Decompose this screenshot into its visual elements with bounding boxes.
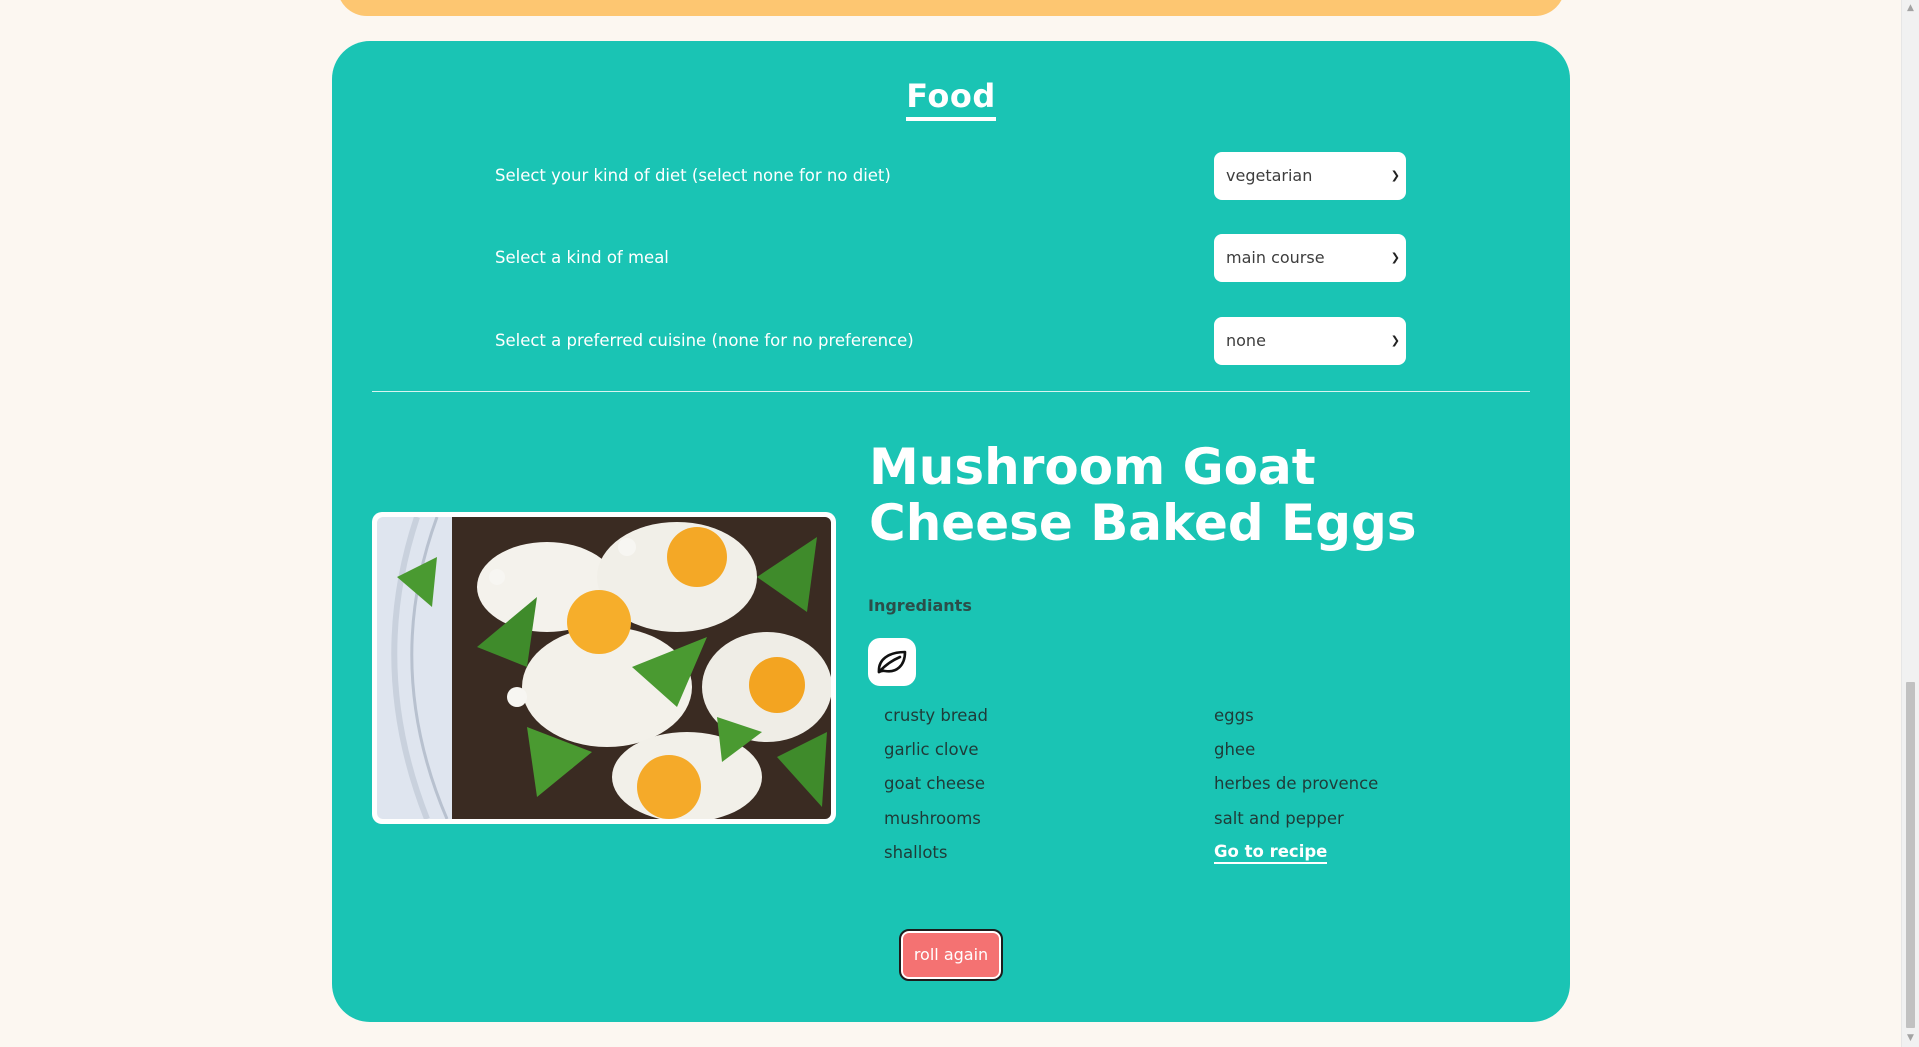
cuisine-label: Select a preferred cuisine (none for no … [495,331,914,350]
ingredient-item: salt and pepper [1214,809,1344,828]
cuisine-select[interactable]: none ❯ [1214,317,1406,365]
cuisine-select-value: none [1226,331,1266,350]
recipe-title: Mushroom Goat Cheese Baked Eggs [869,438,1417,552]
divider [372,391,1530,392]
diet-label: Select your kind of diet (select none fo… [495,166,891,185]
food-card: Food Select your kind of diet (select no… [332,41,1570,1022]
scroll-up-arrow-icon[interactable]: ▲ [1902,0,1919,17]
meal-select[interactable]: main course ❯ [1214,234,1406,282]
go-to-recipe-link[interactable]: Go to recipe [1214,842,1328,864]
ingredient-item: eggs [1214,706,1254,725]
meal-select-value: main course [1226,248,1325,267]
ingredient-item: garlic clove [884,740,979,759]
scroll-thumb[interactable] [1906,682,1915,1028]
ingredient-item: goat cheese [884,774,985,793]
roll-again-button[interactable]: roll again [899,929,1003,981]
ingredient-item: shallots [884,843,948,862]
ingredients-heading: Ingrediants [868,596,972,615]
previous-section-card [337,0,1565,16]
vertical-scrollbar[interactable]: ▲ ▼ [1901,0,1919,1047]
vegetarian-badge [868,638,916,686]
cuisine-filter-row: Select a preferred cuisine (none for no … [495,317,1406,365]
scroll-down-arrow-icon[interactable]: ▼ [1902,1030,1919,1047]
ingredient-item: crusty bread [884,706,989,725]
diet-select-value: vegetarian [1226,166,1313,185]
ingredient-item: ghee [1214,740,1256,759]
meal-filter-row: Select a kind of meal main course ❯ [495,234,1406,282]
section-title: Food [332,77,1570,121]
ingredient-item: mushrooms [884,809,981,828]
diet-filter-row: Select your kind of diet (select none fo… [495,152,1406,200]
ingredient-item: herbes de provence [1214,774,1379,793]
diet-select[interactable]: vegetarian ❯ [1214,152,1406,200]
leaf-icon [877,650,907,674]
recipe-image [372,512,836,824]
chevron-down-icon: ❯ [1390,334,1400,347]
chevron-down-icon: ❯ [1390,251,1400,264]
meal-label: Select a kind of meal [495,248,669,267]
chevron-down-icon: ❯ [1390,169,1400,182]
baked-eggs-photo [377,517,831,819]
